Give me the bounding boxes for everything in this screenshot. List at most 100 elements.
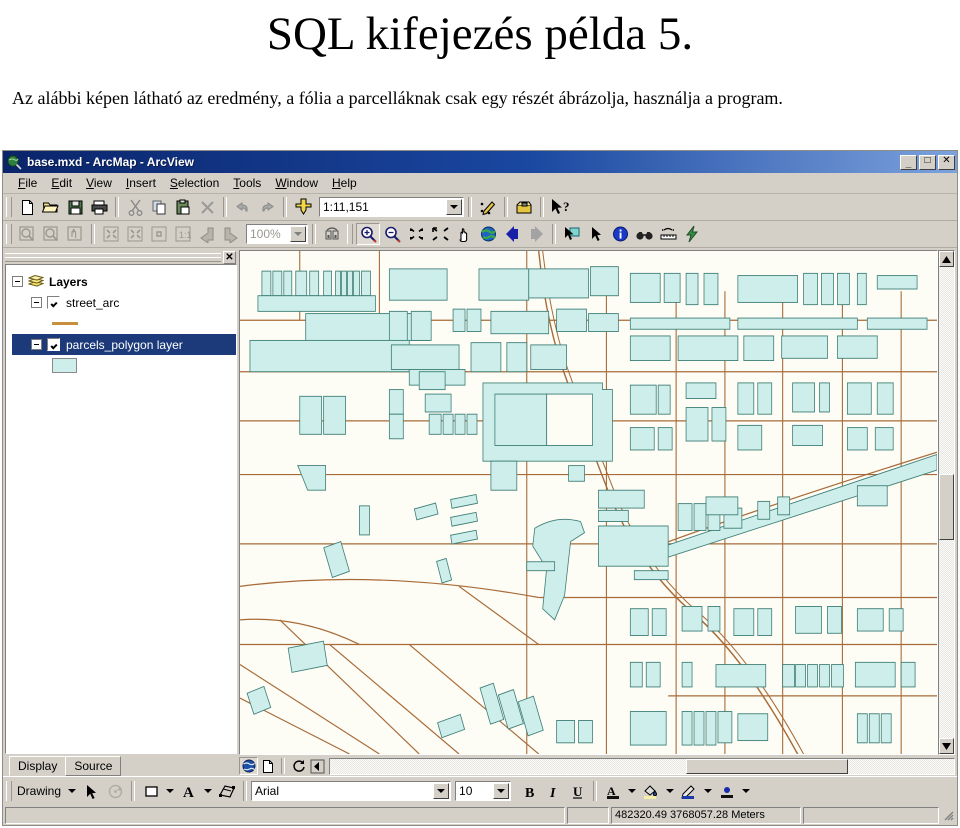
menu-window[interactable]: Window xyxy=(268,174,325,192)
font-name-value[interactable]: Arial xyxy=(252,784,432,798)
menu-file[interactable]: FFileile xyxy=(11,174,44,192)
vertical-scroll-track[interactable] xyxy=(939,267,954,738)
tab-source[interactable]: Source xyxy=(65,756,122,776)
back-extent-icon[interactable] xyxy=(500,223,524,245)
line-symbol-swatch[interactable] xyxy=(52,322,78,325)
menu-help[interactable]: Help xyxy=(325,174,364,192)
undo-arrow-icon[interactable] xyxy=(231,196,255,218)
editor-pencil-icon[interactable] xyxy=(476,196,500,218)
fixed-zoom-out-icon[interactable] xyxy=(428,223,452,245)
toolbar-grip[interactable] xyxy=(6,781,12,801)
save-disk-icon[interactable] xyxy=(63,196,87,218)
fixed-zoom-in-icon[interactable] xyxy=(404,223,428,245)
redo-arrow-icon[interactable] xyxy=(255,196,279,218)
tab-display[interactable]: Display xyxy=(9,756,67,776)
delete-x-icon[interactable] xyxy=(195,196,219,218)
resize-grip-icon[interactable] xyxy=(941,808,955,822)
menu-view[interactable]: View xyxy=(79,174,119,192)
marker-color-icon[interactable] xyxy=(715,780,739,802)
horizontal-scroll-thumb[interactable] xyxy=(685,758,848,774)
paste-clipboard-icon[interactable] xyxy=(171,196,195,218)
toolbar-grip[interactable] xyxy=(6,197,12,217)
chevron-down-icon[interactable] xyxy=(446,199,462,215)
layout-zoom-combo[interactable]: 100% xyxy=(246,224,308,244)
measure-icon[interactable] xyxy=(656,223,680,245)
tree-item-parcels-polygon-layer[interactable]: parcels_polygon layer xyxy=(12,334,236,355)
font-size-combo[interactable]: 10 xyxy=(455,781,512,801)
print-icon[interactable] xyxy=(87,196,111,218)
vertical-scroll-thumb[interactable] xyxy=(939,474,954,541)
draw-order-icon[interactable] xyxy=(215,780,239,802)
layout-zoom-value[interactable]: 100% xyxy=(247,227,289,241)
font-size-value[interactable]: 10 xyxy=(456,784,492,798)
font-color-icon[interactable]: A xyxy=(601,780,625,802)
arctoolbox-icon[interactable] xyxy=(512,196,536,218)
tree-item-layers[interactable]: Layers xyxy=(12,271,236,292)
chevron-down-icon[interactable] xyxy=(739,780,753,802)
underline-button[interactable]: U xyxy=(565,780,589,802)
layer-visibility-checkbox[interactable] xyxy=(47,296,60,309)
select-elements-arrow-icon[interactable] xyxy=(79,780,103,802)
chevron-down-icon[interactable] xyxy=(625,780,639,802)
scroll-up-icon[interactable] xyxy=(939,251,954,267)
polygon-symbol-swatch[interactable] xyxy=(52,358,77,373)
data-view-icon[interactable] xyxy=(239,757,258,775)
close-button[interactable]: ✕ xyxy=(938,154,955,170)
tree-symbol-parcels-polygon[interactable] xyxy=(12,355,236,376)
map-canvas[interactable] xyxy=(239,250,938,755)
menu-tools[interactable]: Tools xyxy=(226,174,268,192)
chevron-down-icon[interactable] xyxy=(163,780,177,802)
identify-icon[interactable] xyxy=(608,223,632,245)
new-rectangle-icon[interactable] xyxy=(139,780,163,802)
chevron-down-icon[interactable] xyxy=(290,226,306,242)
chevron-down-icon[interactable] xyxy=(701,780,715,802)
italic-button[interactable]: I xyxy=(541,780,565,802)
new-text-icon[interactable]: A xyxy=(177,780,201,802)
expander-icon[interactable] xyxy=(31,297,42,308)
copy-icon[interactable] xyxy=(147,196,171,218)
layer-visibility-checkbox[interactable] xyxy=(47,338,60,351)
map-vertical-scrollbar[interactable] xyxy=(938,250,955,755)
new-document-icon[interactable] xyxy=(15,196,39,218)
pause-drawing-icon[interactable] xyxy=(308,757,327,775)
map-scale-combo[interactable]: 1:11,151 xyxy=(319,197,464,217)
scroll-down-icon[interactable] xyxy=(939,738,954,754)
fill-color-icon[interactable] xyxy=(639,780,663,802)
refresh-view-icon[interactable] xyxy=(289,757,308,775)
forward-extent-icon[interactable] xyxy=(524,223,548,245)
bold-button[interactable]: B xyxy=(517,780,541,802)
maximize-button[interactable]: □ xyxy=(919,154,936,170)
chevron-down-icon[interactable] xyxy=(493,783,510,799)
drawing-menu-label[interactable]: Drawing xyxy=(15,784,65,798)
expander-icon[interactable] xyxy=(12,276,23,287)
context-help-icon[interactable]: ? xyxy=(548,196,576,218)
full-extent-globe-icon[interactable] xyxy=(476,223,500,245)
rotate-element-icon[interactable] xyxy=(103,780,127,802)
layer-tree[interactable]: Layers street_arc parcels_polygon layer xyxy=(5,264,237,754)
toolbar-grip[interactable] xyxy=(347,224,353,244)
zoom-in-icon[interactable] xyxy=(356,223,380,245)
map-horizontal-scrollbar[interactable] xyxy=(329,757,955,775)
font-name-combo[interactable]: Arial xyxy=(251,781,452,801)
expander-icon[interactable] xyxy=(31,339,42,350)
select-features-icon[interactable] xyxy=(560,223,584,245)
tree-item-street-arc[interactable]: street_arc xyxy=(12,292,236,313)
hyperlink-lightning-icon[interactable] xyxy=(680,223,704,245)
chevron-down-icon[interactable] xyxy=(65,780,79,802)
menu-insert[interactable]: Insert xyxy=(119,174,163,192)
toc-drag-handle[interactable]: ✕ xyxy=(5,250,237,264)
close-icon[interactable]: ✕ xyxy=(223,250,236,264)
chevron-down-icon[interactable] xyxy=(663,780,677,802)
map-scale-value[interactable]: 1:11,151 xyxy=(320,200,445,214)
open-folder-icon[interactable] xyxy=(39,196,63,218)
layout-view-icon[interactable] xyxy=(258,757,277,775)
tree-symbol-street-arc[interactable] xyxy=(12,313,236,334)
cut-scissors-icon[interactable] xyxy=(123,196,147,218)
menu-edit[interactable]: Edit xyxy=(44,174,79,192)
select-elements-icon[interactable] xyxy=(584,223,608,245)
chevron-down-icon[interactable] xyxy=(201,780,215,802)
menu-selection[interactable]: Selection xyxy=(163,174,226,192)
find-binoculars-icon[interactable] xyxy=(632,223,656,245)
pan-hand-icon[interactable] xyxy=(452,223,476,245)
line-color-icon[interactable] xyxy=(677,780,701,802)
